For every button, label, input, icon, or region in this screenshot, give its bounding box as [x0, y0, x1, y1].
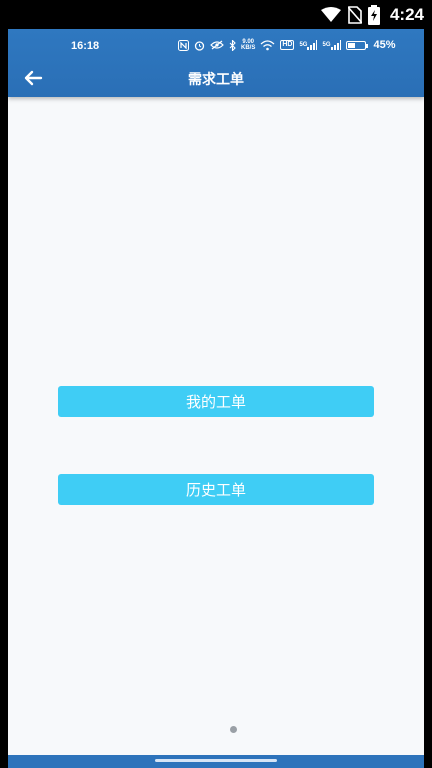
history-work-orders-button[interactable]: 历史工单	[58, 474, 374, 505]
battery-fill	[347, 42, 355, 48]
bluetooth-icon	[229, 39, 236, 51]
hd-icon: HD	[280, 40, 295, 50]
nfc-icon	[178, 39, 189, 51]
home-gesture-handle[interactable]	[155, 759, 277, 762]
device-frame: 4:24 16:18 9.00 KB/S HD 5G 5G 45% 需求工单 我…	[0, 0, 432, 768]
page-title: 需求工单	[188, 72, 244, 88]
no-sim-icon	[347, 6, 362, 24]
signal-icon: 5G	[299, 40, 318, 50]
battery-charging-icon	[367, 5, 380, 25]
battery-icon	[345, 40, 368, 50]
net-speed-unit: KB/S	[241, 45, 256, 51]
battery-outline	[345, 40, 368, 50]
app-status-bar: 16:18 9.00 KB/S HD 5G 5G 45%	[8, 37, 424, 57]
system-time: 4:24	[389, 5, 424, 24]
page-indicator-dot	[230, 726, 237, 733]
app-screen: 16:18 9.00 KB/S HD 5G 5G 45% 需求工单 我的工单 历…	[8, 29, 424, 768]
toolbar: 需求工单	[8, 61, 424, 95]
navigation-bar	[8, 755, 424, 768]
sim2-label: 5G	[322, 42, 331, 48]
alarm-icon	[194, 40, 205, 51]
my-work-orders-button[interactable]: 我的工单	[58, 386, 374, 417]
wifi-icon	[320, 7, 342, 23]
system-status-icons: 4:24	[320, 4, 424, 26]
app-header: 16:18 9.00 KB/S HD 5G 5G 45% 需求工单	[8, 29, 424, 97]
battery-percent: 45%	[373, 39, 396, 51]
signal-icon: 5G	[322, 40, 341, 50]
system-status-bar: 4:24	[0, 0, 432, 29]
wifi-icon	[260, 39, 275, 51]
sim1-label: 5G	[299, 42, 308, 48]
eye-off-icon	[210, 40, 224, 50]
app-status-time: 16:18	[71, 40, 100, 52]
app-status-icons: 9.00 KB/S HD 5G 5G 45%	[178, 39, 396, 51]
net-speed: 9.00 KB/S	[241, 39, 255, 51]
